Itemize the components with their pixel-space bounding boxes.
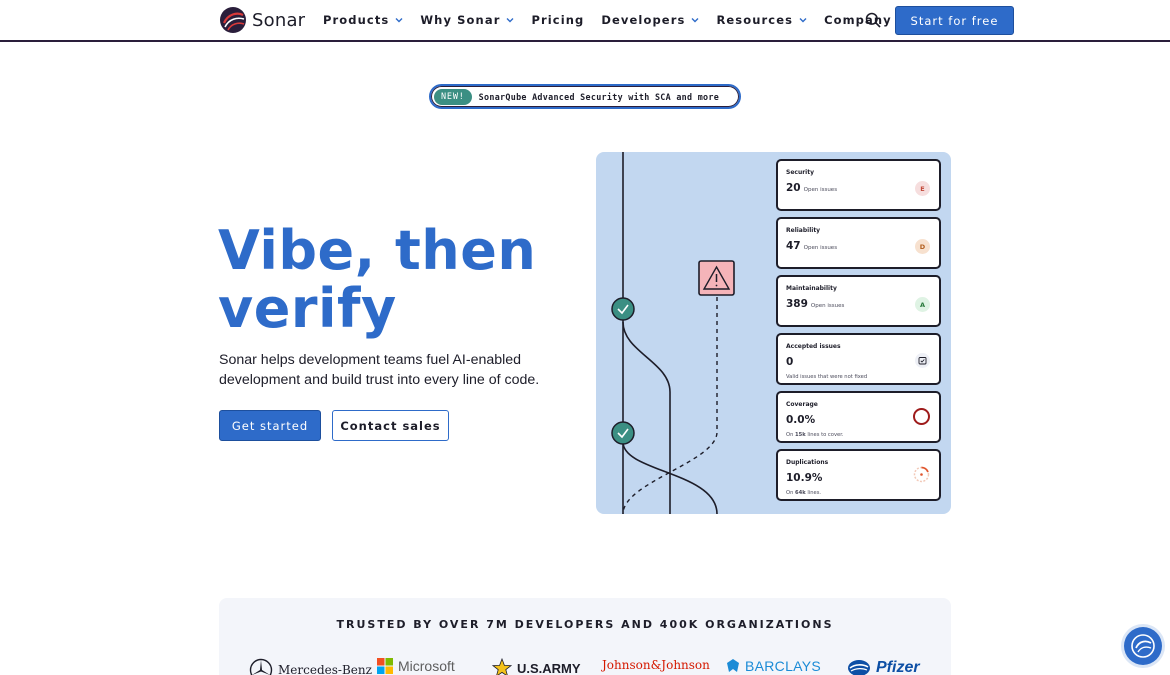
get-started-button[interactable]: Get started	[219, 410, 321, 441]
metric-card-maintainability[interactable]: Maintainability 389 Open issues A	[776, 275, 941, 327]
microsoft-windows-icon	[377, 658, 393, 674]
nav-resources[interactable]: Resources	[716, 13, 807, 27]
metric-value: 389	[786, 298, 808, 310]
metric-value: 0	[786, 356, 794, 368]
note-prefix: On	[786, 490, 796, 496]
nav-products[interactable]: Products	[323, 13, 403, 27]
metric-label: Open issues	[803, 187, 838, 193]
metric-title: Reliability	[786, 227, 821, 234]
metric-note: On 64k lines.	[786, 490, 931, 496]
metric-value: 0.0%	[786, 414, 816, 426]
metric-card-coverage[interactable]: Coverage 0.0% On 15k lines to cover.	[776, 391, 941, 443]
new-badge: NEW!	[434, 88, 472, 105]
brand-name: Sonar	[252, 9, 306, 31]
logo-text: Johnson&Johnson	[602, 658, 710, 672]
chevron-down-icon	[691, 18, 699, 23]
hero-subtitle: Sonar helps development teams fuel AI-en…	[219, 352, 540, 388]
hero-illustration: Security 20 Open issues E Reliability 47…	[596, 152, 951, 514]
logo-us-army: U.S.ARMY	[492, 658, 581, 675]
logo-johnson-and-johnson: Johnson&Johnson	[602, 658, 710, 672]
metric-label: Open issues	[803, 245, 838, 251]
nav-why-sonar[interactable]: Why Sonar	[420, 13, 514, 27]
logo-pfizer: Pfizer	[847, 658, 920, 675]
nav-products-label: Products	[323, 13, 390, 27]
announcement-text: SonarQube Advanced Security with SCA and…	[478, 91, 720, 102]
logo-text: BARCLAYS	[745, 658, 822, 674]
nav-developers[interactable]: Developers	[601, 13, 699, 27]
chat-widget-button[interactable]	[1124, 627, 1162, 665]
metric-card-security[interactable]: Security 20 Open issues E	[776, 159, 941, 211]
hero-title-line1: Vibe, then	[218, 219, 537, 282]
logo-microsoft: Microsoft	[377, 658, 455, 674]
nav-why-sonar-label: Why Sonar	[420, 13, 501, 27]
customer-logos: Mercedes-Benz Microsoft U.S.ARMY Johnson…	[249, 658, 929, 675]
barclays-eagle-icon	[727, 659, 739, 672]
logo-text: Mercedes-Benz	[278, 663, 372, 675]
sonar-logo-icon	[220, 7, 246, 33]
logo-text: U.S.ARMY	[517, 660, 581, 675]
search-icon[interactable]	[865, 12, 881, 28]
announcement-banner[interactable]: NEW! SonarQube Advanced Security with SC…	[429, 84, 741, 109]
nav-developers-label: Developers	[601, 13, 686, 27]
sonar-logo[interactable]: Sonar	[219, 6, 305, 34]
metric-note: On 15k lines to cover.	[786, 432, 931, 438]
nav-pricing-label: Pricing	[531, 13, 585, 27]
metric-title: Security	[786, 169, 815, 176]
top-navigation: Sonar Products Why Sonar Pricing Develop…	[0, 0, 1170, 42]
note-suffix: lines.	[805, 490, 822, 496]
warning-icon	[698, 260, 735, 296]
sonar-chat-icon	[1131, 634, 1155, 658]
main-menu: Products Why Sonar Pricing Developers Re…	[323, 13, 923, 27]
metric-title: Coverage	[786, 401, 818, 408]
metric-value: 47	[786, 240, 801, 252]
metric-note: Valid issues that were not fixed	[786, 374, 868, 380]
metric-card-accepted-issues[interactable]: Accepted issues 0 Valid issues that were…	[776, 333, 941, 385]
logo-barclays: BARCLAYS	[726, 658, 821, 674]
check-circle-icon	[611, 421, 635, 445]
mercedes-star-icon	[249, 658, 273, 675]
check-circle-icon	[611, 297, 635, 321]
logo-text: Pfizer	[876, 659, 920, 675]
accepted-issues-icon	[915, 353, 930, 368]
army-star-icon	[492, 658, 512, 675]
metric-value: 20	[786, 182, 801, 194]
trusted-by-section: TRUSTED BY OVER 7M DEVELOPERS AND 400K O…	[219, 598, 951, 675]
nav-company-label: Company	[824, 13, 892, 27]
hero-title-line2: verify	[218, 277, 397, 340]
note-strong: 15k	[795, 432, 806, 438]
note-suffix: lines to cover.	[805, 432, 844, 438]
metric-title: Duplications	[786, 459, 829, 466]
chevron-down-icon	[799, 18, 807, 23]
grade-badge: E	[915, 181, 930, 196]
metric-title: Maintainability	[786, 285, 837, 292]
metric-value: 10.9%	[786, 472, 823, 484]
logo-mercedes-benz: Mercedes-Benz	[249, 658, 372, 675]
nav-resources-label: Resources	[716, 13, 794, 27]
pfizer-swirl-icon	[848, 660, 870, 675]
contact-sales-button[interactable]: Contact sales	[332, 410, 449, 441]
metric-card-duplications[interactable]: Duplications 10.9% On 64k lines.	[776, 449, 941, 501]
coverage-ring-icon	[913, 408, 930, 425]
logo-text: Microsoft	[398, 658, 455, 674]
nav-pricing[interactable]: Pricing	[531, 13, 584, 27]
hero-title: Vibe, then verify	[218, 222, 578, 338]
start-for-free-button[interactable]: Start for free	[895, 6, 1014, 35]
metric-card-reliability[interactable]: Reliability 47 Open issues D	[776, 217, 941, 269]
trusted-by-title: TRUSTED BY OVER 7M DEVELOPERS AND 400K O…	[336, 618, 834, 631]
grade-badge: D	[915, 239, 930, 254]
chevron-down-icon	[395, 18, 403, 23]
note-strong: 64k	[795, 490, 806, 496]
metric-title: Accepted issues	[786, 343, 841, 350]
chevron-down-icon	[506, 18, 514, 23]
duplications-ring-icon	[913, 466, 930, 483]
note-prefix: On	[786, 432, 796, 438]
metric-label: Open issues	[810, 303, 845, 309]
grade-badge: A	[915, 297, 930, 312]
